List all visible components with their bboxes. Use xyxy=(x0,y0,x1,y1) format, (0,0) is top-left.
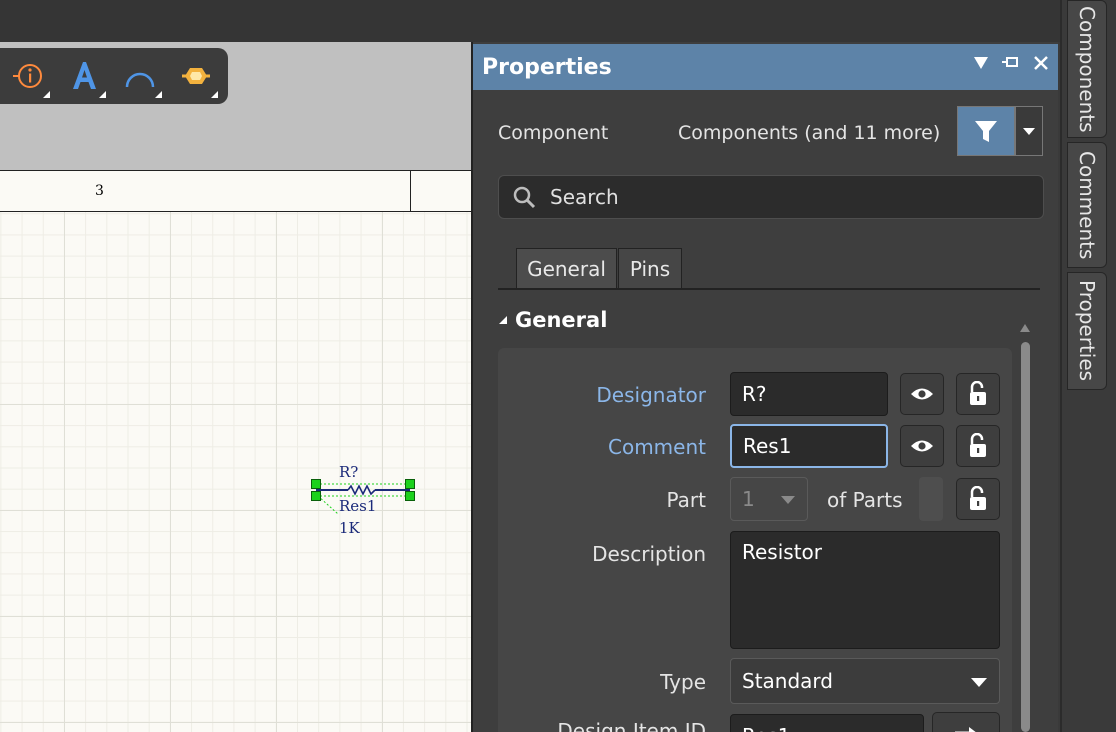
scrollbar-thumb[interactable] xyxy=(1021,342,1030,732)
collapse-triangle-icon xyxy=(499,316,507,324)
filter-dropdown-button[interactable] xyxy=(1015,106,1043,156)
properties-panel: Properties Component Components (and 11 … xyxy=(471,42,1058,732)
ruler-divider xyxy=(410,171,411,213)
unlock-icon xyxy=(970,486,986,510)
of-parts-label: of Parts xyxy=(827,488,903,512)
selection-handle[interactable] xyxy=(405,491,415,501)
part-count-field xyxy=(919,477,943,521)
probe-info-icon xyxy=(13,64,42,88)
general-properties-group: Designator R? Comment Res1 Part 1 of Par… xyxy=(498,348,1012,732)
designator-visibility-button[interactable] xyxy=(900,373,944,415)
design-item-id-value: Res1 xyxy=(742,724,790,732)
search-input[interactable]: Search xyxy=(550,185,619,209)
description-textarea[interactable]: Resistor xyxy=(730,531,1000,649)
chevron-down-icon xyxy=(781,496,795,504)
arc-icon xyxy=(125,72,155,88)
dropdown-corner-icon xyxy=(43,91,50,98)
comment-value: Res1 xyxy=(743,434,792,458)
component-value-text[interactable]: 1K xyxy=(339,519,360,537)
type-select[interactable]: Standard xyxy=(730,658,1000,704)
harness-icon xyxy=(182,68,210,84)
selection-type-label: Component xyxy=(498,122,609,144)
search-box[interactable]: Search xyxy=(498,175,1044,219)
type-label: Type xyxy=(660,670,706,694)
active-bar-toolbar xyxy=(0,48,228,104)
side-panel-tabs: Components Comments Properties xyxy=(1060,0,1116,732)
filter-icon xyxy=(975,121,997,142)
panel-menu-icon[interactable] xyxy=(974,57,988,69)
place-arc-button[interactable] xyxy=(112,48,168,104)
eye-icon xyxy=(911,440,933,452)
eye-icon xyxy=(911,388,933,400)
scroll-up-icon[interactable] xyxy=(1020,324,1030,332)
part-select[interactable]: 1 xyxy=(730,477,808,521)
close-icon[interactable] xyxy=(1034,56,1048,70)
top-bar xyxy=(0,0,1060,42)
schematic-sheet[interactable]: R? Res1 1K xyxy=(0,212,471,732)
design-item-id-row-clip: Design Item ID Res1 xyxy=(498,710,1012,732)
comment-visibility-button[interactable] xyxy=(900,425,944,467)
section-header-general[interactable]: General xyxy=(498,308,607,332)
comment-field[interactable]: Res1 xyxy=(730,424,888,468)
dropdown-corner-icon xyxy=(211,91,218,98)
text-icon xyxy=(73,62,96,89)
unlock-icon xyxy=(970,381,986,405)
probe-info-button[interactable] xyxy=(0,48,56,104)
component-comment-text[interactable]: Res1 xyxy=(339,497,376,515)
place-text-button[interactable] xyxy=(56,48,112,104)
pin-icon[interactable] xyxy=(1002,57,1020,69)
tab-general[interactable]: General xyxy=(516,248,617,288)
designator-value: R? xyxy=(742,382,767,406)
design-item-id-label: Design Item ID xyxy=(557,719,706,732)
comment-label: Comment xyxy=(608,435,706,459)
search-icon xyxy=(513,186,536,209)
side-tab-label: Components xyxy=(1075,5,1099,133)
selection-filter-button[interactable] xyxy=(957,106,1015,156)
designator-lock-button[interactable] xyxy=(956,373,1000,415)
place-harness-button[interactable] xyxy=(168,48,224,104)
description-label: Description xyxy=(592,542,706,566)
choose-design-item-button[interactable] xyxy=(932,712,1000,732)
chevron-down-icon xyxy=(1023,128,1035,135)
design-item-id-field[interactable]: Res1 xyxy=(730,714,924,732)
dropdown-corner-icon xyxy=(99,91,106,98)
designator-field[interactable]: R? xyxy=(730,372,888,416)
type-value: Standard xyxy=(742,669,833,693)
panel-scrollbar[interactable] xyxy=(1020,324,1030,732)
description-value: Resistor xyxy=(742,540,822,564)
ruler-zone-label: 3 xyxy=(95,183,104,199)
sheet-border-ruler: 3 xyxy=(0,170,471,213)
tab-underline xyxy=(498,288,1040,290)
designator-label: Designator xyxy=(596,383,706,407)
dropdown-corner-icon xyxy=(155,91,162,98)
unlock-icon xyxy=(970,433,986,457)
side-tab-label: Properties xyxy=(1075,280,1099,382)
side-tab-comments[interactable]: Comments xyxy=(1067,142,1107,268)
panel-title: Properties xyxy=(482,54,612,80)
selection-filter-summary: Components (and 11 more) xyxy=(678,122,941,144)
arrow-right-icon xyxy=(955,727,976,732)
tab-pins[interactable]: Pins xyxy=(618,248,682,288)
component-designator-text[interactable]: R? xyxy=(339,463,358,481)
chevron-down-icon xyxy=(971,678,987,687)
side-tab-properties[interactable]: Properties xyxy=(1067,272,1107,390)
selection-handle[interactable] xyxy=(405,479,415,489)
part-label: Part xyxy=(666,488,706,512)
comment-lock-button[interactable] xyxy=(956,425,1000,467)
selection-handle[interactable] xyxy=(311,491,321,501)
part-lock-button[interactable] xyxy=(956,478,1000,520)
panel-title-bar: Properties xyxy=(473,44,1058,90)
section-title: General xyxy=(515,308,608,332)
selection-handle[interactable] xyxy=(311,479,321,489)
side-tab-label: Comments xyxy=(1075,150,1099,260)
part-value: 1 xyxy=(742,487,755,511)
side-tab-components[interactable]: Components xyxy=(1067,0,1107,138)
